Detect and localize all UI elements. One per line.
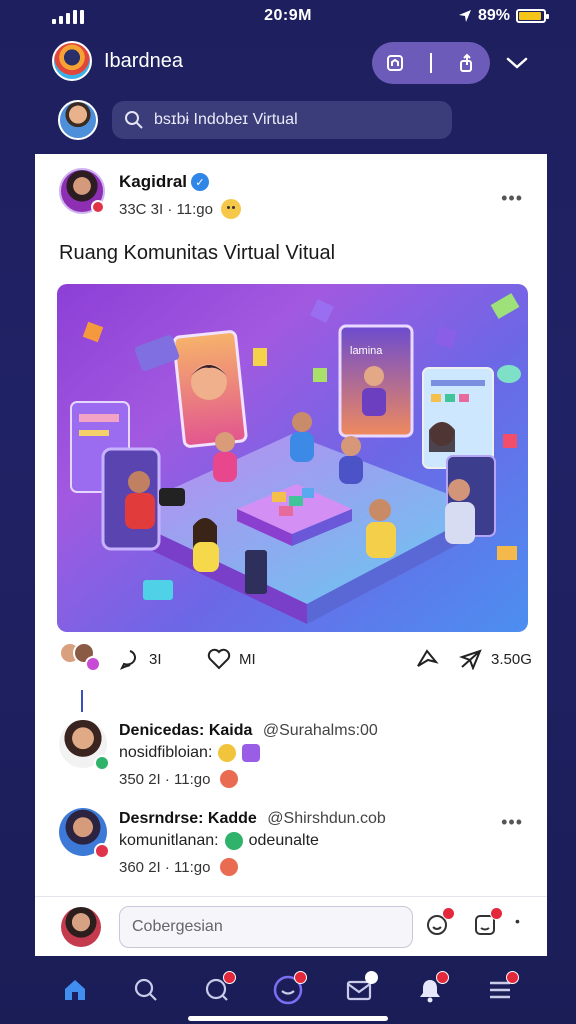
comment-text: komunitlanan: [119,832,219,849]
tab-activity[interactable] [271,971,307,1007]
share-icon[interactable] [457,53,477,73]
header-actions [372,42,490,84]
share-action[interactable]: 3.50G [459,648,532,670]
reply-bar: • [35,896,547,956]
repost-action[interactable] [415,648,439,670]
post-image[interactable]: lamina [57,284,528,632]
comment-icon [119,650,136,670]
divider [429,53,432,73]
current-user-avatar[interactable] [61,907,101,947]
send-icon [459,649,482,670]
virtual-community-illustration: lamina [70,293,521,624]
sticker-button[interactable] [473,907,503,937]
post-actions: 3I MI 3.50G [35,640,547,680]
bottom-tab-bar [0,956,576,1024]
status-dot [94,843,110,859]
commenter-name[interactable]: Denicedas: Kaida [119,722,252,739]
chevron-down-icon[interactable] [504,50,530,76]
app-frame: 20:9M 89% Ibardnea Kagidral [0,0,576,1024]
comment-item: Denicedas: Kaida @Surahalms:00 nosidfibl… [35,720,547,800]
comment-action[interactable]: 3I [119,648,162,670]
repost-icon [417,649,439,667]
reactor-avatar [85,656,101,672]
notification-badge [506,971,520,984]
like-action[interactable]: MI [207,648,256,670]
verified-icon: ✓ [191,173,210,191]
search-icon [125,111,143,129]
comment-item: Desrndrse: Kadde @Shirshdun.cob ••• komu… [35,808,547,888]
app-avatar[interactable] [52,41,92,81]
user-avatar[interactable] [58,100,98,140]
tab-search[interactable] [129,973,163,1007]
unread-dot [364,971,378,984]
more-options-icon[interactable]: ••• [501,812,523,833]
author-avatar[interactable] [59,168,105,214]
commenter-avatar[interactable] [59,720,110,771]
status-bar: 20:9M 89% [0,0,576,34]
search-bar[interactable] [112,101,452,139]
heart-icon [207,648,231,670]
more-small-icon[interactable]: • [515,913,539,937]
search-icon [135,978,158,1001]
comment-timestamp: 350 2I · 11:go [119,770,211,788]
tab-inbox[interactable] [342,971,378,1007]
search-row [0,94,576,148]
smile-emoji-icon [218,744,237,762]
like-count: MI [239,650,256,668]
notification-badge [293,971,307,984]
comment-timestamp: 360 2I · 11:go [119,858,211,876]
app-title: Ibardnea [104,50,183,72]
commenter-avatar[interactable] [59,808,110,859]
reply-input[interactable] [119,906,413,948]
post-header: Kagidral ✓ 33C 3I · 11:go ••• [35,168,547,224]
battery-icon [516,9,549,23]
comment-extra-text: odeunalte [248,832,319,849]
top-header: Ibardnea [0,36,576,88]
emoji-icon [220,858,239,876]
post-text: Ruang Komunitas Virtual Vitual [59,242,336,264]
home-indicator [188,1016,388,1021]
notification-badge [435,971,449,984]
home-outline-icon[interactable] [385,53,405,73]
notification-badge [223,971,237,984]
tab-notifications[interactable] [413,971,449,1007]
smile-emoji-icon [220,199,241,219]
svg-text:lamina: lamina [350,345,383,357]
tab-messages[interactable] [200,971,237,1007]
notification-badge [442,907,455,920]
status-dot [94,755,110,771]
author-name[interactable]: Kagidral [119,172,187,192]
search-input[interactable] [154,111,444,129]
emoji-icon [220,770,239,788]
notification-badge [490,907,503,920]
post-timestamp: 33C 3I · 11:go [119,200,213,218]
sticker-icon [242,744,261,762]
emoji-button[interactable] [425,907,455,937]
more-options-icon[interactable]: ••• [501,188,523,209]
comment-text: nosidfibloian: [119,744,213,761]
status-dot [91,200,105,214]
reactors-avatars[interactable] [59,642,105,682]
commenter-handle[interactable]: @Shirshdun.cob [267,810,386,827]
thread-line [81,690,83,712]
tab-home[interactable] [58,973,92,1007]
emoji-icon [224,832,243,850]
commenter-handle[interactable]: @Surahalms:00 [263,722,378,739]
battery-percent: 89% [477,7,510,24]
tab-menu[interactable] [483,971,520,1007]
home-icon [65,980,86,1000]
commenter-name[interactable]: Desrndrse: Kadde [119,810,257,827]
post-card: Kagidral ✓ 33C 3I · 11:go ••• Ruang Komu… [35,154,547,956]
comment-count: 3I [149,650,162,668]
location-icon [458,10,471,22]
share-count: 3.50G [491,650,532,668]
